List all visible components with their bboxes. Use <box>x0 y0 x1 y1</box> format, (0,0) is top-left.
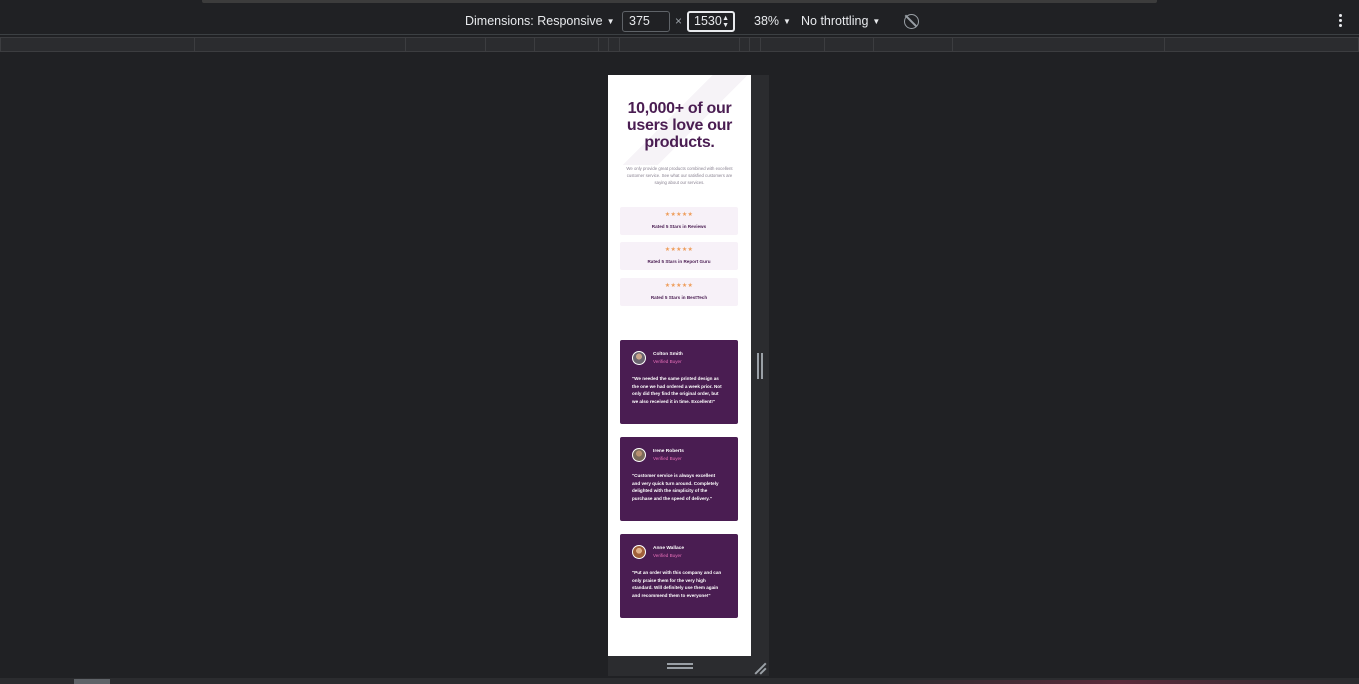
media-query-segment[interactable] <box>619 37 740 52</box>
device-toolbar: Dimensions: Responsive ▼ 375 × 1530 ▲ ▼ 38… <box>0 8 1359 35</box>
media-query-segment[interactable] <box>0 37 195 52</box>
media-query-segment[interactable] <box>485 37 535 52</box>
chevron-down-icon: ▼ <box>872 17 881 26</box>
bottom-scrollbar <box>0 678 1359 684</box>
rating-card: ★★★★★ Rated 5 Stars in BestTech <box>620 278 738 306</box>
avatar <box>632 448 646 462</box>
rating-label: Rated 5 Stars in Reviews <box>651 224 707 229</box>
rating-label: Rated 5 Stars in BestTech <box>650 295 708 300</box>
dimensions-dropdown[interactable]: Dimensions: Responsive ▼ <box>465 8 614 35</box>
stars-icon: ★★★★★ <box>664 247 694 253</box>
zoom-label: 38% <box>754 14 780 28</box>
page-description: We only provide great products combined … <box>626 166 733 185</box>
testimonial-quote: "We needed the same printed design as th… <box>632 376 722 404</box>
reviewer-name: Colton Smith <box>653 352 683 357</box>
testimonial-quote: "Customer service is always excellent an… <box>632 473 719 501</box>
verified-badge: Verified Buyer <box>653 553 682 558</box>
dimensions-label: Dimensions: Responsive <box>465 14 603 28</box>
media-query-segment[interactable] <box>1164 37 1359 52</box>
media-query-segment[interactable] <box>194 37 406 52</box>
media-query-segment[interactable] <box>873 37 953 52</box>
throttling-dropdown[interactable]: No throttling ▼ <box>801 8 880 35</box>
stars-icon: ★★★★★ <box>664 283 694 289</box>
avatar <box>632 351 646 365</box>
media-query-segment[interactable] <box>952 37 1165 52</box>
resize-corner-icon[interactable] <box>753 660 767 675</box>
dimension-separator: × <box>675 14 683 28</box>
throttling-label: No throttling <box>801 14 869 28</box>
width-value: 375 <box>629 14 650 28</box>
rotate-icon[interactable] <box>904 14 919 29</box>
width-input[interactable]: 375 <box>622 11 670 32</box>
reviewer-name: Irene Roberts <box>653 449 684 454</box>
reviewer-name: Anne Wallace <box>653 546 685 551</box>
verified-badge: Verified Buyer <box>653 359 682 364</box>
window-edge <box>202 0 1157 3</box>
chevron-down-icon: ▼ <box>783 17 791 26</box>
more-options-icon[interactable] <box>1336 14 1344 30</box>
testimonial-card: Irene Roberts Verified Buyer "Customer s… <box>620 437 738 521</box>
chevron-down-icon: ▼ <box>606 17 615 26</box>
verified-badge: Verified Buyer <box>653 456 682 461</box>
testimonial-card: Anne Wallace Verified Buyer "Put an orde… <box>620 534 738 618</box>
emulated-page: 10,000+ of our users love our products. … <box>608 75 751 656</box>
rating-label: Rated 5 Stars in Report Guru <box>647 259 711 264</box>
bottom-accent <box>880 680 1359 684</box>
scrollbar-thumb[interactable] <box>74 679 110 684</box>
rating-card: ★★★★★ Rated 5 Stars in Reviews <box>620 207 738 235</box>
resize-handle-bottom[interactable] <box>667 662 693 670</box>
top-strip <box>0 0 1359 8</box>
stepper-icon[interactable]: ▲ ▼ <box>722 15 729 29</box>
height-value: 1530 <box>694 14 722 28</box>
page-title: 10,000+ of our users love our products. <box>626 100 733 151</box>
media-query-segment[interactable] <box>534 37 599 52</box>
zoom-dropdown[interactable]: 38% ▼ <box>754 8 791 35</box>
height-input[interactable]: 1530 ▲ ▼ <box>687 11 735 32</box>
resize-handle-right[interactable] <box>756 353 764 379</box>
testimonial-card: Colton Smith Verified Buyer "We needed t… <box>620 340 738 424</box>
rating-card: ★★★★★ Rated 5 Stars in Report Guru <box>620 242 738 270</box>
stars-icon: ★★★★★ <box>664 212 694 218</box>
media-query-segment[interactable] <box>760 37 825 52</box>
avatar <box>632 545 646 559</box>
media-query-bar <box>0 36 1359 53</box>
media-query-segment[interactable] <box>405 37 486 52</box>
media-query-segment[interactable] <box>824 37 874 52</box>
testimonial-quote: "Put an order with this company and can … <box>632 570 722 598</box>
